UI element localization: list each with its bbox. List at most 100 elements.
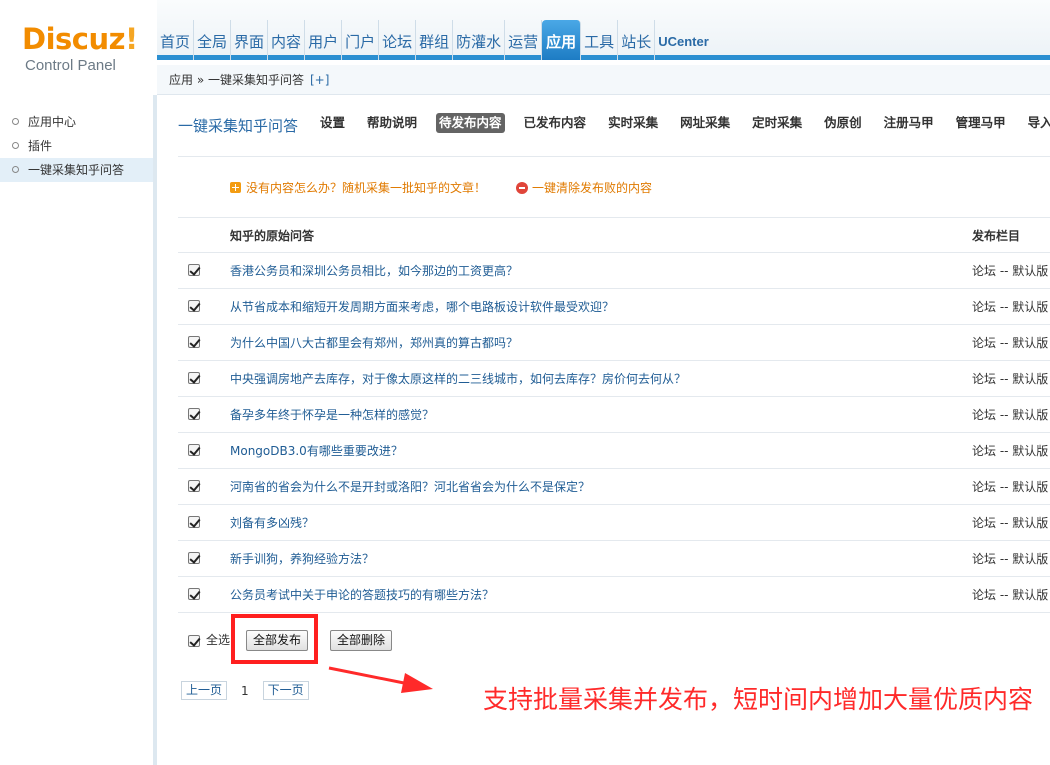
publish-column: 论坛 -- 默认版 [972, 588, 1049, 602]
plugin-tab[interactable]: 管理马甲 [953, 113, 1009, 133]
row-checkbox[interactable] [188, 372, 200, 384]
question-link[interactable]: 刘备有多凶残？ [230, 505, 314, 541]
sidebar-list: 应用中心插件一键采集知乎问答 [0, 110, 153, 182]
header-column: 发布栏目 [972, 229, 1021, 243]
plugin-tab[interactable]: 设置 [317, 113, 348, 133]
table-row: 备孕多年终于怀孕是一种怎样的感觉？ 论坛 -- 默认版 [178, 397, 1050, 433]
select-all-checkbox[interactable] [188, 635, 200, 647]
plugin-tab[interactable]: 网址采集 [677, 113, 733, 133]
table-header: 知乎的原始问答 发布栏目 [178, 217, 1050, 253]
row-checkbox[interactable] [188, 336, 200, 348]
question-link[interactable]: 香港公务员和深圳公务员相比，如今那边的工资更高？ [230, 253, 518, 289]
row-checkbox[interactable] [188, 300, 200, 312]
row-checkbox[interactable] [188, 588, 200, 600]
top-nav-item[interactable]: 群组 [416, 20, 454, 60]
question-link[interactable]: 中央强调房地产去库存，对于像太原这样的二三线城市，如何去库存？房价何去何从？ [230, 361, 686, 397]
row-checkbox[interactable] [188, 264, 200, 276]
plugin-nav: 一键采集知乎问答 设置 帮助说明 待发布内容 已发布内容 实时采集 网址采集 定时采集 伪原创… [157, 95, 1050, 155]
top-nav-item[interactable]: 内容 [268, 20, 306, 60]
plugin-tab[interactable]: 待发布内容 [436, 113, 505, 133]
sidebar: 应用中心插件一键采集知乎问答 [0, 95, 157, 765]
top-nav-item[interactable]: 论坛 [379, 20, 417, 60]
table-row: 刘备有多凶残？ 论坛 -- 默认版 [178, 505, 1050, 541]
question-link[interactable]: MongoDB3.0有哪些重要改进？ [230, 433, 403, 469]
table-row: 公务员考试中关于申论的答题技巧的有哪些方法？ 论坛 -- 默认版 [178, 577, 1050, 613]
question-link[interactable]: 从节省成本和缩短开发周期方面来考虑，哪个电路板设计软件最受欢迎？ [230, 289, 614, 325]
row-checkbox[interactable] [188, 516, 200, 528]
top-nav-item[interactable]: 应用 [542, 20, 582, 60]
plugin-tab[interactable]: 定时采集 [749, 113, 805, 133]
next-page-button[interactable]: 下一页 [262, 681, 309, 700]
top-nav-item[interactable]: UCenter [655, 20, 712, 60]
publish-column: 论坛 -- 默认版 [972, 300, 1049, 314]
plugin-tabs: 设置 帮助说明 待发布内容 已发布内容 实时采集 网址采集 定时采集 伪原创 注册马甲 管理马甲导… [317, 113, 1050, 133]
table-row: 河南省的省会为什么不是开封或洛阳？河北省省会为什么不是保定？ 论坛 -- 默认版 [178, 469, 1050, 505]
question-link[interactable]: 公务员考试中关于申论的答题技巧的有哪些方法？ [230, 577, 494, 613]
plugin-title: 一键采集知乎问答 [178, 117, 299, 135]
top-navigation: 首页 全局 界面 内容 用户 门户 论坛 群组 防灌水 运营 应用 工具 站长 UCenter [157, 0, 1050, 60]
divider [178, 156, 1050, 157]
table-body: 香港公务员和深圳公务员相比，如今那边的工资更高？ 论坛 -- 默认版 从节省成本和缩… [178, 253, 1050, 613]
logo-subtitle: Control Panel [25, 57, 116, 74]
row-checkbox[interactable] [188, 408, 200, 420]
question-link[interactable]: 为什么中国八大古都里会有郑州，郑州真的算古都吗？ [230, 325, 518, 361]
sidebar-item-label: 应用中心 [28, 115, 77, 129]
bullet-circle-icon [12, 118, 19, 125]
table-row: 为什么中国八大古都里会有郑州，郑州真的算古都吗？ 论坛 -- 默认版 [178, 325, 1050, 361]
top-nav-item[interactable]: 首页 [157, 20, 195, 60]
pending-content-table: 知乎的原始问答 发布栏目 香港公务员和深圳公务员相比，如今那边的工资更高？ 论坛 … [178, 217, 1050, 613]
plugin-tab[interactable]: 已发布内容 [521, 113, 590, 133]
action-links: 没有内容怎么办？随机采集一批知乎的文章！ 一键清除发布败的内容 [230, 179, 652, 196]
breadcrumb: 应用 » 一键采集知乎问答 [+] [157, 65, 1050, 95]
top-nav-item[interactable]: 站长 [618, 20, 656, 60]
logo-wordmark: Discuz! [22, 22, 138, 56]
logo-bang: ! [125, 22, 138, 56]
main-content: 一键采集知乎问答 设置 帮助说明 待发布内容 已发布内容 实时采集 网址采集 定时采集 伪原创… [157, 95, 1050, 765]
table-row: 中央强调房地产去库存，对于像太原这样的二三线城市，如何去库存？房价何去何从？ 论坛… [178, 361, 1050, 397]
question-link[interactable]: 新手训狗，养狗经验方法？ [230, 541, 374, 577]
sidebar-item[interactable]: 插件 [0, 134, 153, 158]
sidebar-item[interactable]: 应用中心 [0, 110, 153, 134]
breadcrumb-add-shortcut[interactable]: [+] [310, 73, 329, 87]
sidebar-item-label: 一键采集知乎问答 [28, 163, 125, 177]
top-nav-item[interactable]: 用户 [305, 20, 343, 60]
question-link[interactable]: 河南省的省会为什么不是开封或洛阳？河北省省会为什么不是保定？ [230, 469, 590, 505]
pagination: 上一页 1 下一页 [181, 681, 309, 700]
breadcrumb-path: 应用 » 一键采集知乎问答 [169, 73, 304, 87]
row-checkbox[interactable] [188, 480, 200, 492]
top-nav-item[interactable]: 门户 [342, 20, 380, 60]
plugin-tab[interactable]: 实时采集 [605, 113, 661, 133]
plugin-tab[interactable]: 伪原创 [821, 113, 865, 133]
bullet-circle-icon [12, 142, 19, 149]
delete-all-button[interactable]: 全部删除 [330, 630, 393, 651]
plugin-tab[interactable]: 导入马甲 [1025, 113, 1050, 133]
plugin-tab[interactable]: 帮助说明 [364, 113, 420, 133]
publish-column: 论坛 -- 默认版 [972, 372, 1049, 386]
top-nav-item[interactable]: 界面 [231, 20, 269, 60]
plugin-tab[interactable]: 注册马甲 [881, 113, 937, 133]
top-nav-items: 首页 全局 界面 内容 用户 门户 论坛 群组 防灌水 运营 应用 工具 站长 UCenter [157, 20, 712, 60]
random-collect-link[interactable]: 没有内容怎么办？随机采集一批知乎的文章！ [246, 179, 486, 196]
row-checkbox[interactable] [188, 552, 200, 564]
question-link[interactable]: 备孕多年终于怀孕是一种怎样的感觉？ [230, 397, 434, 433]
discuz-logo[interactable]: Discuz! Control Panel [0, 0, 157, 95]
annotation-text: 支持批量采集并发布，短时间内增加大量优质内容 [483, 685, 1034, 714]
plus-square-icon [230, 182, 241, 193]
clear-failed-link[interactable]: 一键清除发布败的内容 [532, 179, 652, 196]
row-checkbox[interactable] [188, 444, 200, 456]
top-nav-item[interactable]: 全局 [194, 20, 232, 60]
top-nav-item[interactable]: 防灌水 [453, 20, 506, 60]
minus-circle-icon [516, 181, 529, 194]
bullet-circle-icon [12, 166, 19, 173]
header-question: 知乎的原始问答 [230, 229, 315, 243]
top-nav-item[interactable]: 工具 [581, 20, 619, 60]
sidebar-item-label: 插件 [28, 139, 53, 153]
sidebar-item[interactable]: 一键采集知乎问答 [0, 158, 153, 182]
publish-column: 论坛 -- 默认版 [972, 552, 1049, 566]
annotation-highlight-box [231, 614, 318, 664]
prev-page-button[interactable]: 上一页 [181, 681, 228, 700]
page: Discuz! Control Panel 首页 全局 界面 内容 用户 门户 论坛 群组 防灌… [0, 0, 1050, 765]
top-nav-item[interactable]: 运营 [505, 20, 543, 60]
select-all-label: 全选 [206, 633, 231, 647]
publish-column: 论坛 -- 默认版 [972, 264, 1049, 278]
